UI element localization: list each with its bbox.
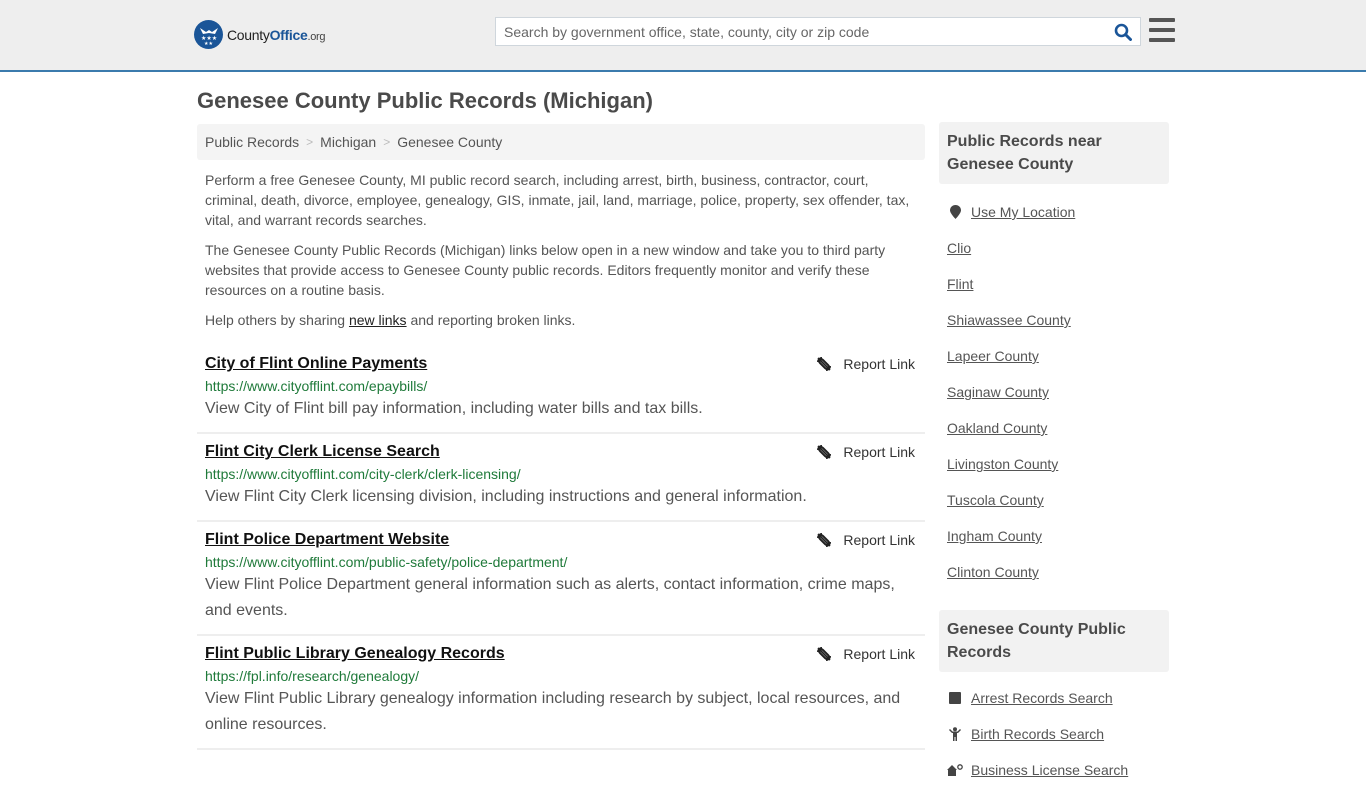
nearby-item: Saginaw County <box>947 374 1161 410</box>
nearby-item: Lapeer County <box>947 338 1161 374</box>
page-title: Genesee County Public Records (Michigan) <box>197 88 653 113</box>
record-item: Flint City Clerk License Search https://… <box>197 434 925 522</box>
nearby-link-tuscola-county[interactable]: Tuscola County <box>947 492 1044 508</box>
category-item: Arrest Records Search <box>947 680 1161 716</box>
search-input[interactable] <box>496 18 1106 45</box>
report-link-button[interactable]: Report Link <box>816 532 915 548</box>
nearby-item: Tuscola County <box>947 482 1161 518</box>
categories-list: Arrest Records Search Birth Records Sear… <box>939 680 1169 788</box>
hamburger-menu-icon[interactable] <box>1149 18 1175 42</box>
breadcrumb-public-records[interactable]: Public Records <box>205 134 299 150</box>
breadcrumb-separator: > <box>383 135 391 149</box>
record-title-link[interactable]: City of Flint Online Payments <box>205 353 427 375</box>
new-links-link[interactable]: new links <box>349 312 407 328</box>
search-bar <box>495 17 1141 46</box>
nearby-item: Oakland County <box>947 410 1161 446</box>
main-content: Public Records > Michigan > Genesee Coun… <box>197 124 925 750</box>
category-link-birth-records[interactable]: Birth Records Search <box>971 726 1104 742</box>
categories-heading: Genesee County Public Records <box>939 610 1169 672</box>
nearby-link-shiawassee-county[interactable]: Shiawassee County <box>947 312 1071 328</box>
breadcrumb-michigan[interactable]: Michigan <box>320 134 376 150</box>
nearby-link-lapeer-county[interactable]: Lapeer County <box>947 348 1039 364</box>
map-marker-icon <box>947 205 963 219</box>
business-icon <box>947 764 963 776</box>
broken-link-icon <box>817 533 832 547</box>
report-link-button[interactable]: Report Link <box>816 444 915 460</box>
nearby-link-livingston-county[interactable]: Livingston County <box>947 456 1058 472</box>
broken-link-icon <box>817 647 832 661</box>
site-logo-text: CountyOffice.org <box>227 26 326 43</box>
nearby-link-clio[interactable]: Clio <box>947 240 971 256</box>
nearby-item: Shiawassee County <box>947 302 1161 338</box>
record-description: View City of Flint bill pay information,… <box>205 400 703 417</box>
record-item: City of Flint Online Payments https://ww… <box>197 346 925 434</box>
nearby-list: Use My Location Clio Flint Shiawassee Co… <box>939 194 1169 590</box>
intro-paragraph-search: Perform a free Genesee County, MI public… <box>205 172 910 228</box>
arrest-square-icon <box>947 692 963 704</box>
nearby-item: Flint <box>947 266 1161 302</box>
broken-link-icon <box>817 445 832 459</box>
records-list: City of Flint Online Payments https://ww… <box>197 346 925 750</box>
report-link-button[interactable]: Report Link <box>816 356 915 372</box>
category-link-arrest-records[interactable]: Arrest Records Search <box>971 690 1113 706</box>
svg-text:★★: ★★ <box>204 41 213 45</box>
record-item: Flint Public Library Genealogy Records h… <box>197 636 925 750</box>
eagle-stars-logo-icon: ★★★ ★★ <box>194 20 223 49</box>
category-item: Business License Search <box>947 752 1161 788</box>
nearby-item: Clio <box>947 230 1161 266</box>
record-url: https://fpl.info/research/genealogy/ <box>205 668 420 684</box>
breadcrumb-genesee-county[interactable]: Genesee County <box>397 134 502 150</box>
nearby-link-flint[interactable]: Flint <box>947 276 973 292</box>
breadcrumb-separator: > <box>306 135 314 149</box>
record-title-link[interactable]: Flint Police Department Website <box>205 529 449 551</box>
record-item: Flint Police Department Website https://… <box>197 522 925 636</box>
nearby-link-clinton-county[interactable]: Clinton County <box>947 564 1039 580</box>
search-button[interactable] <box>1106 18 1140 45</box>
nearby-link-ingham-county[interactable]: Ingham County <box>947 528 1042 544</box>
sidebar: Public Records near Genesee County Use M… <box>939 122 1169 788</box>
nearby-item: Livingston County <box>947 446 1161 482</box>
category-item: Birth Records Search <box>947 716 1161 752</box>
record-description: View Flint Public Library genealogy info… <box>205 690 901 733</box>
baby-icon <box>947 727 963 741</box>
report-link-button[interactable]: Report Link <box>816 646 915 662</box>
site-header: ★★★ ★★ CountyOffice.org <box>0 0 1366 72</box>
nearby-heading: Public Records near Genesee County <box>939 122 1169 184</box>
record-url: https://www.cityofflint.com/epaybills/ <box>205 378 428 394</box>
record-title-link[interactable]: Flint City Clerk License Search <box>205 441 440 463</box>
broken-link-icon <box>817 357 832 371</box>
record-description: View Flint Police Department general inf… <box>205 576 895 619</box>
use-my-location-link[interactable]: Use My Location <box>971 204 1075 220</box>
nearby-item: Ingham County <box>947 518 1161 554</box>
intro-paragraph-help: Help others by sharing new links and rep… <box>205 312 576 328</box>
intro-paragraph-disclaimer: The Genesee County Public Records (Michi… <box>205 242 886 298</box>
record-url: https://www.cityofflint.com/public-safet… <box>205 554 568 570</box>
nearby-link-oakland-county[interactable]: Oakland County <box>947 420 1047 436</box>
nearby-link-saginaw-county[interactable]: Saginaw County <box>947 384 1049 400</box>
search-icon <box>1114 23 1132 41</box>
use-my-location-item: Use My Location <box>947 194 1161 230</box>
breadcrumb: Public Records > Michigan > Genesee Coun… <box>197 124 925 160</box>
intro-text: Perform a free Genesee County, MI public… <box>197 170 925 330</box>
nearby-item: Clinton County <box>947 554 1161 590</box>
category-link-business-license[interactable]: Business License Search <box>971 762 1128 778</box>
site-logo[interactable]: ★★★ ★★ CountyOffice.org <box>194 20 326 49</box>
record-description: View Flint City Clerk licensing division… <box>205 488 807 505</box>
record-title-link[interactable]: Flint Public Library Genealogy Records <box>205 643 505 665</box>
record-url: https://www.cityofflint.com/city-clerk/c… <box>205 466 521 482</box>
